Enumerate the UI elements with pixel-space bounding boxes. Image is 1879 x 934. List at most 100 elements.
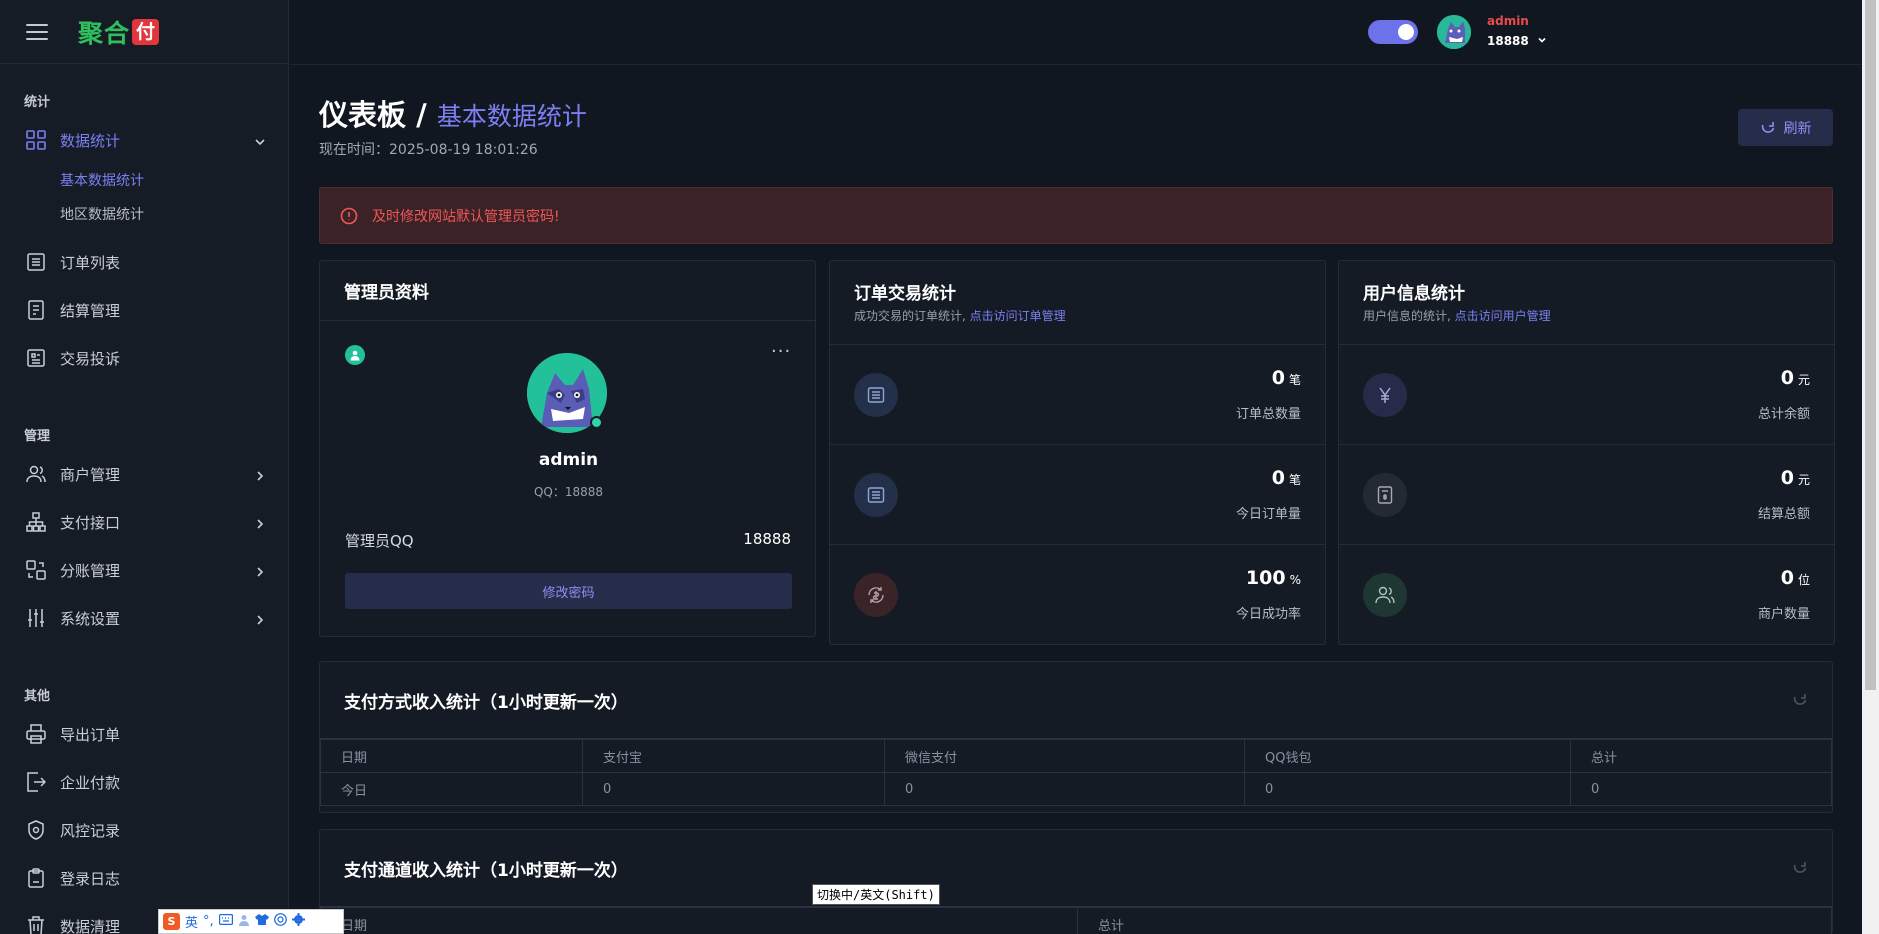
table-cell: 0 xyxy=(1244,772,1571,806)
avatar[interactable] xyxy=(1437,15,1471,49)
refresh-icon[interactable] xyxy=(1792,692,1808,708)
online-status-dot xyxy=(590,416,603,429)
section-title-other: 其他 xyxy=(24,689,51,704)
sidebar-item-label: 登录日志 xyxy=(60,869,121,888)
sidebar-item-settings[interactable]: 系统设置 xyxy=(0,594,288,642)
admin-profile-card: 管理员资料 ··· admin QQ：18888 管理员QQ 18888 修改密… xyxy=(319,260,816,637)
sidebar-item-split[interactable]: 分账管理 xyxy=(0,546,288,594)
sidebar-subitem-basic-stats[interactable]: 基本数据统计 xyxy=(0,164,288,198)
stat-unit: 笔 xyxy=(1288,473,1301,487)
order-stats-card: 订单交易统计 成功交易的订单统计, 点击访问订单管理 0笔 订单总数量 0笔 今… xyxy=(829,260,1326,645)
user-icon[interactable] xyxy=(238,914,250,930)
sidebar-item-merchants[interactable]: 商户管理 xyxy=(0,450,288,498)
stat-value: 0位 xyxy=(1781,567,1810,589)
refresh-button[interactable]: 刷新 xyxy=(1738,109,1833,146)
stat-unit: % xyxy=(1289,573,1301,587)
order-manage-link[interactable]: 点击访问订单管理 xyxy=(970,309,1066,323)
sidebar-subitem-region-stats[interactable]: 地区数据统计 xyxy=(0,198,288,232)
ime-toolbar[interactable]: S 英 °, xyxy=(158,909,344,934)
printer-icon xyxy=(24,722,48,746)
stat-label: 今日订单量 xyxy=(1235,507,1301,522)
section-title-stats: 统计 xyxy=(24,95,51,110)
skin-icon[interactable] xyxy=(254,913,269,930)
stat-number: 0 xyxy=(1780,567,1794,589)
page-scrollbar[interactable] xyxy=(1862,0,1879,934)
clipboard-icon xyxy=(24,866,48,890)
page-title-main: 仪表板 xyxy=(319,98,407,132)
ime-mode[interactable]: 英 xyxy=(185,912,198,931)
gear-icon[interactable] xyxy=(291,913,305,930)
exchange-icon xyxy=(854,573,898,617)
menu-toggle-icon[interactable] xyxy=(26,23,48,40)
sidebar-header: 聚合 付 xyxy=(0,0,288,64)
user-manage-link[interactable]: 点击访问用户管理 xyxy=(1455,309,1551,323)
stat-unit: 笔 xyxy=(1288,373,1301,387)
sidebar-item-label: 订单列表 xyxy=(60,253,121,272)
stat-label: 结算总额 xyxy=(1757,507,1810,522)
invoice-icon xyxy=(1363,473,1407,517)
more-options-icon[interactable]: ··· xyxy=(771,343,791,361)
card-subtitle: 用户信息的统计, 点击访问用户管理 xyxy=(1363,307,1810,324)
current-time: 现在时间：2025-08-19 18:01:26 xyxy=(319,142,538,158)
stat-row: 100% 今日成功率 xyxy=(830,545,1325,645)
password-alert: 及时修改网站默认管理员密码! xyxy=(319,187,1833,244)
logout-icon xyxy=(24,770,48,794)
stat-number: 0 xyxy=(1780,367,1794,389)
card-title: 支付方式收入统计（1小时更新一次） xyxy=(344,692,628,713)
yen-icon xyxy=(1363,373,1407,417)
brand-logo[interactable]: 聚合 付 xyxy=(78,14,160,50)
column-header: 日期 xyxy=(320,907,1078,934)
grid-apps-icon[interactable] xyxy=(273,913,287,930)
network-icon xyxy=(24,510,48,534)
change-password-button[interactable]: 修改密码 xyxy=(345,573,792,609)
ime-tooltip: 切换中/英文(Shift) xyxy=(812,884,940,905)
card-subtitle-text: 用户信息的统计, xyxy=(1363,309,1455,323)
punctuation-icon[interactable]: °, xyxy=(203,914,214,929)
stat-label: 总计余额 xyxy=(1757,407,1810,422)
table-header-row: 日期 总计 xyxy=(320,907,1832,934)
table-header-row: 日期 支付宝 微信支付 QQ钱包 总计 xyxy=(320,739,1832,773)
list-icon xyxy=(854,473,898,517)
alert-text: 及时修改网站默认管理员密码! xyxy=(372,208,560,225)
stat-row: 0位 商户数量 xyxy=(1339,545,1834,645)
card-title: 订单交易统计 xyxy=(854,284,956,304)
scrollbar-thumb[interactable] xyxy=(1865,0,1876,690)
sidebar-item-enterprise-pay[interactable]: 企业付款 xyxy=(0,758,288,806)
stat-number: 0 xyxy=(1271,367,1285,389)
sidebar-item-login-log[interactable]: 登录日志 xyxy=(0,854,288,902)
sidebar-item-label: 商户管理 xyxy=(60,465,121,484)
stat-row: 0笔 订单总数量 xyxy=(830,345,1325,445)
card-subtitle: 成功交易的订单统计, 点击访问订单管理 xyxy=(854,307,1301,324)
sidebar-item-risk[interactable]: 风控记录 xyxy=(0,806,288,854)
sidebar-item-label: 交易投诉 xyxy=(60,349,121,368)
theme-toggle[interactable] xyxy=(1368,20,1418,44)
sidebar-item-export[interactable]: 导出订单 xyxy=(0,710,288,758)
pay-method-stats-card: 支付方式收入统计（1小时更新一次） 日期 支付宝 微信支付 QQ钱包 总计 今日… xyxy=(319,661,1833,813)
refresh-icon[interactable] xyxy=(1792,860,1808,876)
refresh-label: 刷新 xyxy=(1783,120,1812,137)
sidebar-item-label: 数据统计 xyxy=(60,131,121,150)
sidebar-item-label: 系统设置 xyxy=(60,609,121,628)
table-cell: 0 xyxy=(582,772,885,806)
column-header: 日期 xyxy=(320,739,583,773)
chevron-right-icon xyxy=(254,612,266,625)
sidebar-item-payment-api[interactable]: 支付接口 xyxy=(0,498,288,546)
keyboard-icon[interactable] xyxy=(218,914,233,929)
sidebar-item-data-stats[interactable]: 数据统计 xyxy=(0,116,288,164)
stat-number: 0 xyxy=(1271,467,1285,489)
stat-unit: 元 xyxy=(1797,473,1810,487)
header-user-menu[interactable]: 18888 xyxy=(1487,34,1547,48)
stat-value: 0笔 xyxy=(1272,467,1301,489)
sidebar-item-complaints[interactable]: 交易投诉 xyxy=(0,334,288,382)
user-icon xyxy=(345,345,365,365)
sidebar-item-orders[interactable]: 订单列表 xyxy=(0,238,288,286)
sidebar-item-settlement[interactable]: 结算管理 xyxy=(0,286,288,334)
trash-icon xyxy=(24,914,48,934)
ime-logo-icon: S xyxy=(163,913,180,930)
chevron-down-icon xyxy=(1538,37,1546,43)
stat-row: 0笔 今日订单量 xyxy=(830,445,1325,545)
shield-icon xyxy=(24,818,48,842)
card-subtitle-text: 成功交易的订单统计, xyxy=(854,309,970,323)
grid-icon xyxy=(24,128,48,152)
card-header: 支付方式收入统计（1小时更新一次） xyxy=(320,662,1832,739)
